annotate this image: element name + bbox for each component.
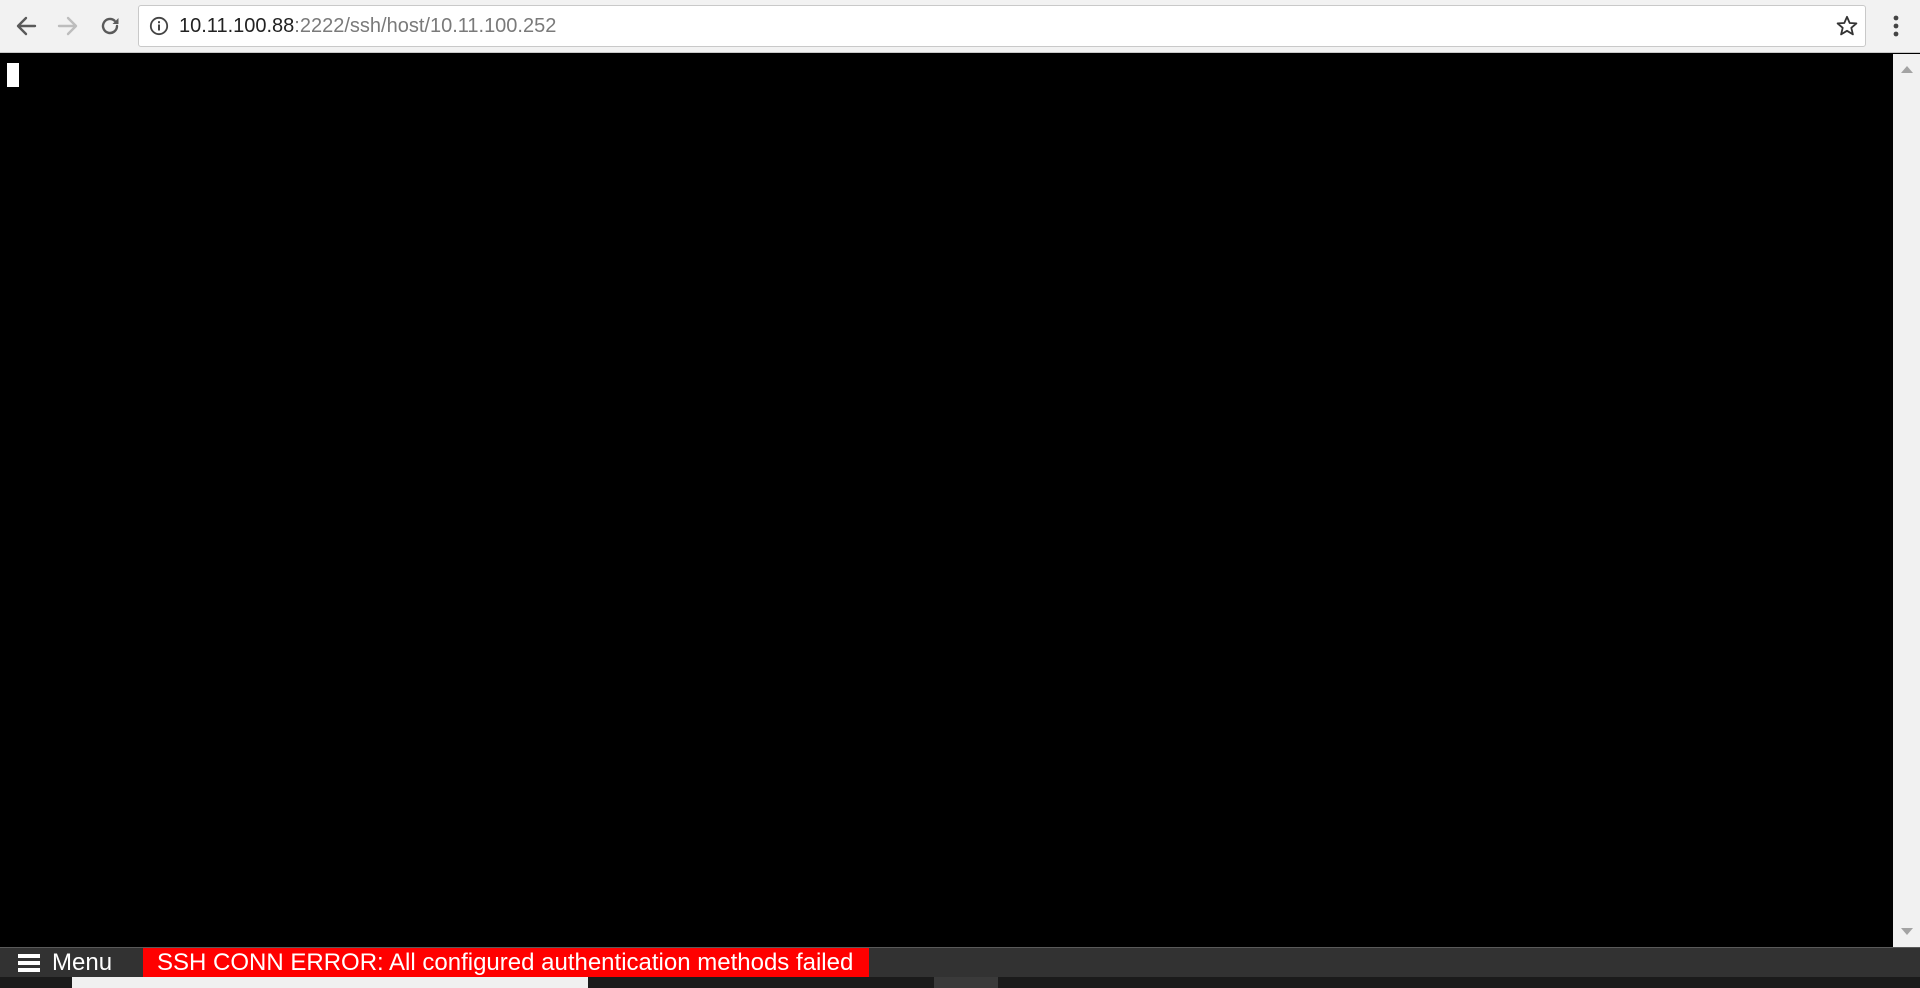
arrow-left-icon bbox=[16, 16, 37, 36]
browser-menu-button[interactable] bbox=[1880, 10, 1912, 42]
reload-button[interactable] bbox=[94, 10, 126, 42]
hamburger-icon bbox=[18, 953, 40, 972]
terminal-cursor bbox=[7, 63, 19, 87]
menu-label: Menu bbox=[52, 948, 113, 976]
url-text[interactable]: 10.11.100.88:2222/ssh/host/10.11.100.252 bbox=[179, 6, 556, 46]
scroll-down-arrow-icon[interactable] bbox=[1901, 928, 1913, 935]
terminal-screen[interactable] bbox=[0, 54, 1893, 947]
scroll-up-arrow-icon[interactable] bbox=[1901, 66, 1913, 73]
address-bar[interactable]: 10.11.100.88:2222/ssh/host/10.11.100.252 bbox=[138, 5, 1866, 47]
star-icon[interactable] bbox=[1835, 14, 1859, 38]
status-bar: Menu SSH CONN ERROR: All configured auth… bbox=[0, 947, 1920, 977]
browser-toolbar: 10.11.100.88:2222/ssh/host/10.11.100.252 bbox=[0, 0, 1920, 53]
terminal-scrollbar[interactable] bbox=[1893, 54, 1920, 947]
arrow-right-icon bbox=[57, 16, 78, 36]
forward-button[interactable] bbox=[52, 10, 84, 42]
vertical-dots-icon bbox=[1893, 15, 1899, 37]
taskbar-active-app[interactable] bbox=[934, 977, 998, 988]
reload-icon bbox=[101, 17, 119, 35]
info-circle-icon[interactable] bbox=[149, 16, 169, 36]
taskbar-search-box[interactable] bbox=[72, 977, 588, 988]
url-host: 10.11.100.88 bbox=[179, 15, 295, 37]
menu-button[interactable]: Menu bbox=[0, 948, 142, 977]
error-status-message: SSH CONN ERROR: All configured authentic… bbox=[143, 948, 870, 977]
os-taskbar bbox=[0, 977, 1920, 988]
url-path: :2222/ssh/host/10.11.100.252 bbox=[294, 15, 557, 37]
back-button[interactable] bbox=[10, 10, 42, 42]
